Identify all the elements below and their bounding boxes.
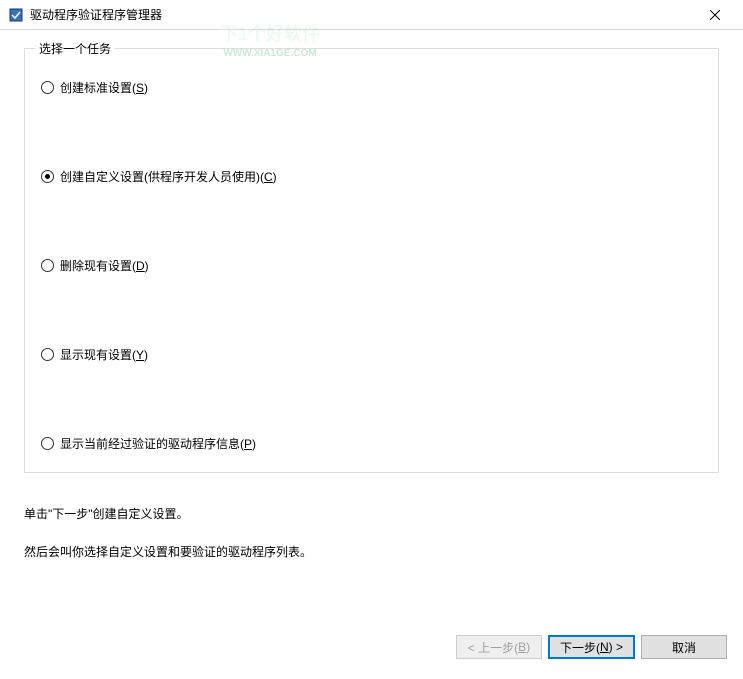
radio-delete-existing[interactable]: 删除现有设置(D) <box>41 257 702 274</box>
radio-icon <box>41 348 54 361</box>
task-groupbox: 选择一个任务 创建标准设置(S) 创建自定义设置(供程序开发人员使用)(C) 删… <box>24 48 719 473</box>
radio-icon <box>41 81 54 94</box>
button-bar: < 上一步(B) 下一步(N) > 取消 <box>456 635 727 659</box>
description-line-1: 单击"下一步"创建自定义设置。 <box>24 505 719 523</box>
radio-icon <box>41 437 54 450</box>
radio-label: 显示当前经过验证的驱动程序信息(P) <box>60 435 256 452</box>
window-title: 驱动程序验证程序管理器 <box>30 6 695 23</box>
radio-label: 创建标准设置(S) <box>60 79 148 96</box>
radio-label: 创建自定义设置(供程序开发人员使用)(C) <box>60 168 277 185</box>
radio-create-standard[interactable]: 创建标准设置(S) <box>41 79 702 96</box>
radio-show-existing[interactable]: 显示现有设置(Y) <box>41 346 702 363</box>
radio-create-custom[interactable]: 创建自定义设置(供程序开发人员使用)(C) <box>41 168 702 185</box>
close-button[interactable] <box>695 1 735 29</box>
groupbox-legend: 选择一个任务 <box>35 40 115 57</box>
description-line-2: 然后会叫你选择自定义设置和要验证的驱动程序列表。 <box>24 543 719 561</box>
content-area: 选择一个任务 创建标准设置(S) 创建自定义设置(供程序开发人员使用)(C) 删… <box>0 30 743 561</box>
cancel-button[interactable]: 取消 <box>641 635 727 659</box>
description-text: 单击"下一步"创建自定义设置。 然后会叫你选择自定义设置和要验证的驱动程序列表。 <box>24 505 719 561</box>
title-bar: 驱动程序验证程序管理器 <box>0 0 743 30</box>
radio-label: 删除现有设置(D) <box>60 257 149 274</box>
radio-icon <box>41 170 54 183</box>
next-button[interactable]: 下一步(N) > <box>548 635 635 659</box>
app-icon <box>8 7 24 23</box>
radio-label: 显示现有设置(Y) <box>60 346 148 363</box>
radio-show-verified[interactable]: 显示当前经过验证的驱动程序信息(P) <box>41 435 702 452</box>
radio-icon <box>41 259 54 272</box>
back-button: < 上一步(B) <box>456 635 542 659</box>
